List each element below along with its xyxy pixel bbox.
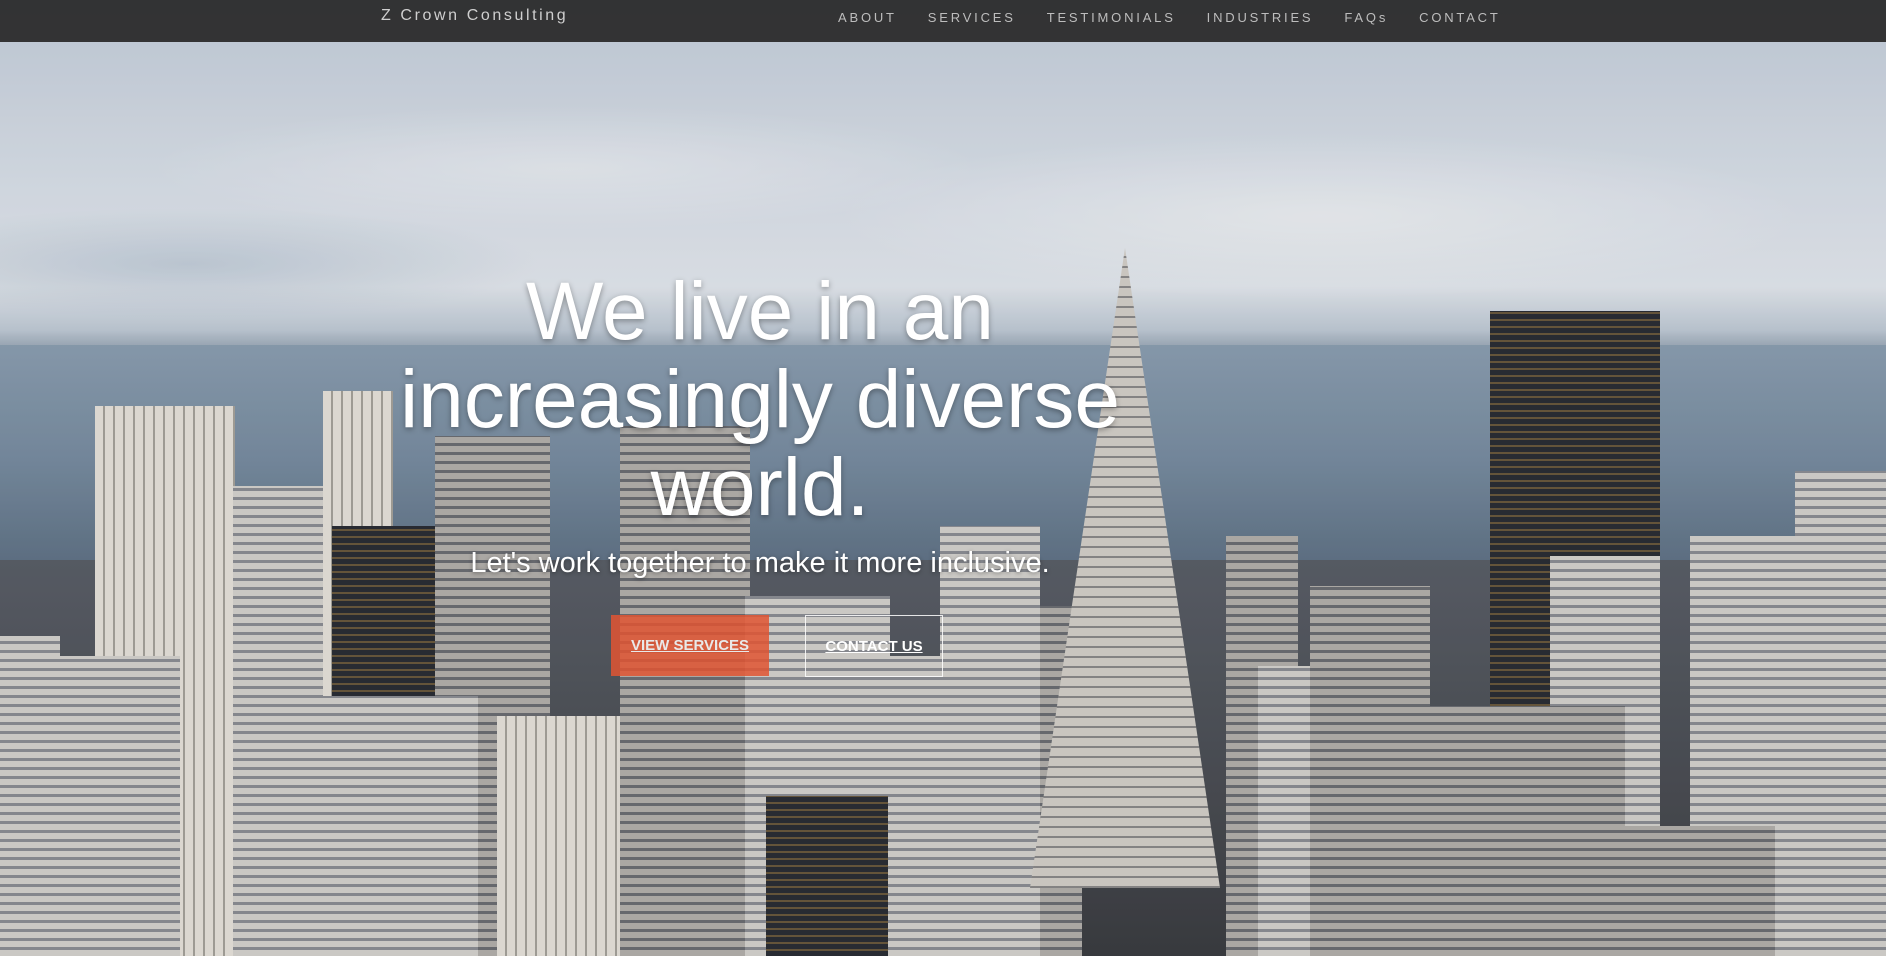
- nav-link-industries[interactable]: INDUSTRIES: [1207, 0, 1314, 42]
- nav-links: ABOUT SERVICES TESTIMONIALS INDUSTRIES F…: [838, 0, 1532, 42]
- navbar: Z Crown Consulting ABOUT SERVICES TESTIM…: [0, 0, 1886, 42]
- nav-link-testimonials[interactable]: TESTIMONIALS: [1047, 0, 1176, 42]
- nav-link-about[interactable]: ABOUT: [838, 0, 897, 42]
- nav-link-services[interactable]: SERVICES: [928, 0, 1016, 42]
- nav-link-contact[interactable]: CONTACT: [1419, 0, 1500, 42]
- hero-subheadline: Let's work together to make it more incl…: [470, 547, 1050, 579]
- nav-link-faqs[interactable]: FAQs: [1344, 0, 1388, 42]
- headline-line: world.: [650, 442, 870, 533]
- hero-headline: We live in an increasingly diverse world…: [380, 268, 1140, 532]
- contact-us-button[interactable]: CONTACT US: [805, 615, 943, 677]
- headline-line: increasingly diverse: [399, 354, 1121, 445]
- view-services-button[interactable]: VIEW SERVICES: [611, 615, 769, 676]
- brand-logo-link[interactable]: Z Crown Consulting: [381, 7, 568, 25]
- headline-line: We live in an: [526, 266, 994, 357]
